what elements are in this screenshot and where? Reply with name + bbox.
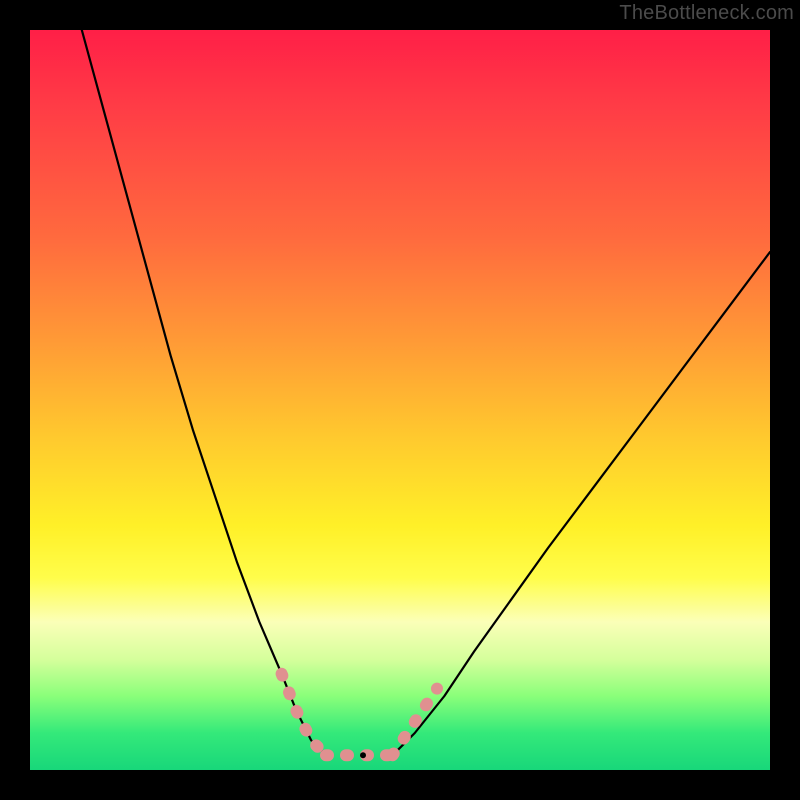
plot-area <box>30 30 770 770</box>
chart-frame: TheBottleneck.com <box>0 0 800 800</box>
gradient-background <box>30 30 770 770</box>
watermark-text: TheBottleneck.com <box>619 2 794 25</box>
